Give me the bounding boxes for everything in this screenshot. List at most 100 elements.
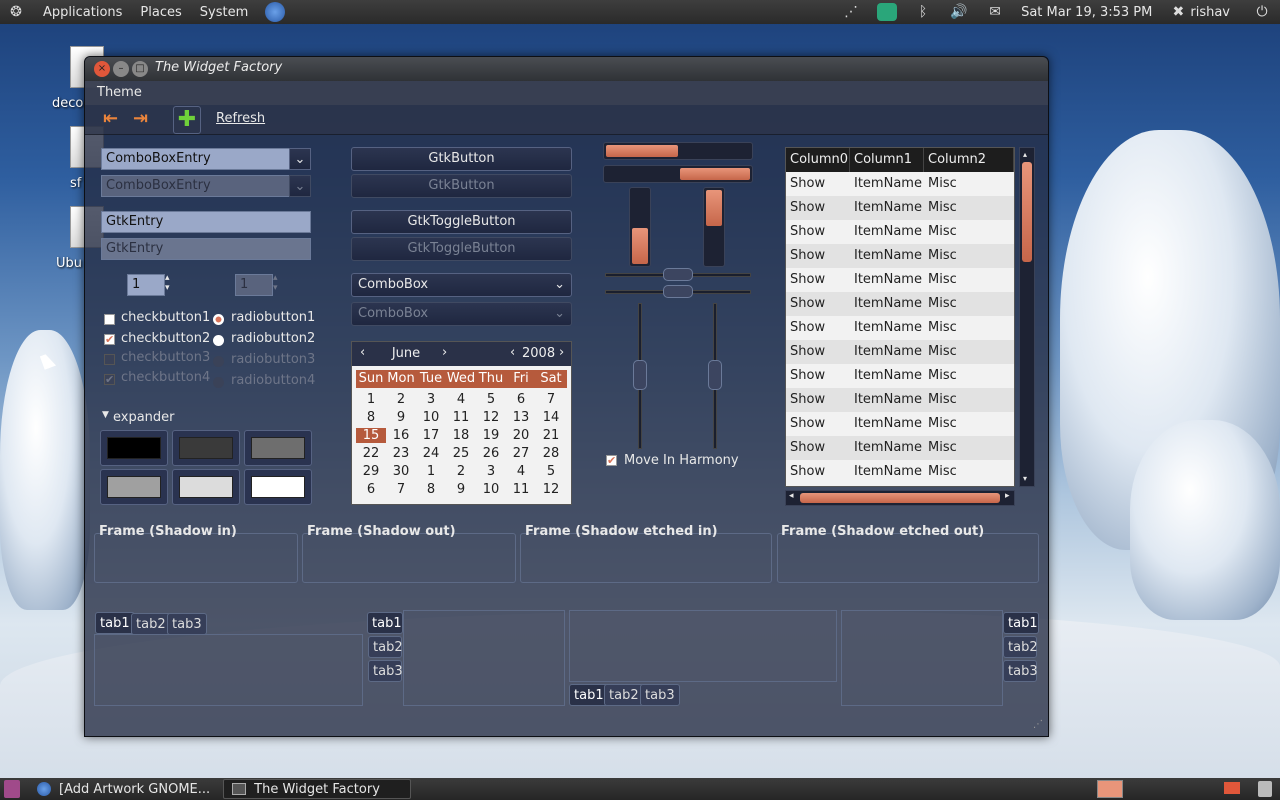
checkbox-2-checked[interactable]: ✔ (104, 334, 115, 345)
trash-icon[interactable] (1258, 781, 1272, 797)
table-row[interactable]: Show ItemName Misc (786, 172, 1014, 196)
color-swatch-white[interactable] (244, 469, 312, 505)
hscale-2-slider[interactable] (663, 285, 693, 298)
maximize-icon[interactable]: □ (132, 61, 148, 77)
gtk-button[interactable]: GtkButton (351, 147, 572, 171)
calendar-day[interactable]: 27 (506, 446, 536, 461)
move-in-harmony-checkbox[interactable]: ✔ (606, 455, 617, 466)
scroll-down-icon[interactable]: ▾ (1023, 474, 1027, 483)
table-row[interactable]: Show ItemName Misc (786, 388, 1014, 412)
bluetooth-icon[interactable]: ᛒ (913, 3, 933, 21)
calendar-day[interactable]: 8 (356, 410, 386, 425)
next-month-icon[interactable]: › (442, 345, 447, 360)
calendar-day[interactable]: 8 (416, 482, 446, 497)
tab-3[interactable]: tab3 (167, 613, 207, 635)
tab-2[interactable]: tab2 (1003, 636, 1038, 658)
combobox-entry[interactable]: ComboBoxEntry (101, 148, 291, 170)
gtk-toggle-button[interactable]: GtkToggleButton (351, 210, 572, 234)
calendar-day[interactable]: 7 (536, 392, 566, 407)
calendar-day-selected[interactable]: 15 (356, 428, 386, 443)
table-row[interactable]: Show ItemName Misc (786, 436, 1014, 460)
calendar-day[interactable]: 12 (476, 410, 506, 425)
calendar-day[interactable]: 22 (356, 446, 386, 461)
tree-view[interactable]: Column0 Column1 Column2 Show ItemName Misc… (785, 147, 1015, 487)
expander-arrow-icon[interactable]: ▼ (102, 410, 109, 420)
resize-grip-icon[interactable]: ⋰ (1033, 719, 1043, 730)
menu-theme[interactable]: Theme (97, 85, 142, 100)
calendar-day[interactable]: 20 (506, 428, 536, 443)
scroll-left-icon[interactable]: ◂ (789, 491, 794, 501)
taskbar-item-active[interactable]: The Widget Factory (223, 779, 412, 799)
column-header[interactable]: Column1 (850, 148, 924, 172)
clock[interactable]: Sat Mar 19, 3:53 PM (1021, 5, 1152, 20)
column-header[interactable]: Column0 (786, 148, 850, 172)
calendar-day[interactable]: 5 (536, 464, 566, 479)
menu-system[interactable]: System (191, 5, 257, 20)
calendar-day[interactable]: 29 (356, 464, 386, 479)
expander-label[interactable]: expander (113, 410, 175, 425)
refresh-button[interactable]: Refresh (216, 111, 265, 126)
tab-3[interactable]: tab3 (1003, 660, 1038, 682)
table-row[interactable]: Show ItemName Misc (786, 292, 1014, 316)
calendar-day[interactable]: 23 (386, 446, 416, 461)
tab-3[interactable]: tab3 (368, 660, 403, 682)
calendar-day[interactable]: 13 (506, 410, 536, 425)
close-icon[interactable]: × (94, 61, 110, 77)
scroll-up-icon[interactable]: ▴ (1023, 150, 1027, 159)
vscale-1-slider[interactable] (633, 360, 647, 390)
next-year-icon[interactable]: › (559, 345, 564, 360)
table-row[interactable]: Show ItemName Misc (786, 316, 1014, 340)
calendar-day[interactable]: 4 (446, 392, 476, 407)
color-swatch-black[interactable] (100, 430, 168, 466)
calendar-day[interactable]: 11 (506, 482, 536, 497)
gtk-entry[interactable]: GtkEntry (101, 211, 311, 233)
title-bar[interactable]: × – □ The Widget Factory (85, 57, 1048, 81)
chevron-down-icon[interactable]: ⌄ (289, 148, 311, 170)
calendar-day[interactable]: 19 (476, 428, 506, 443)
radio-1-selected[interactable] (213, 314, 224, 325)
combobox[interactable]: ComboBox ⌄ (351, 273, 572, 297)
calendar-day[interactable]: 1 (356, 392, 386, 407)
table-row[interactable]: Show ItemName Misc (786, 364, 1014, 388)
calendar-day[interactable]: 25 (446, 446, 476, 461)
radio-2[interactable] (213, 335, 224, 346)
calendar-day[interactable]: 11 (446, 410, 476, 425)
user-name[interactable]: rishav (1190, 5, 1230, 20)
workspace-1[interactable] (1097, 780, 1123, 798)
tab-1[interactable]: tab1 (1003, 612, 1039, 634)
calendar-day[interactable]: 9 (386, 410, 416, 425)
calendar-day[interactable]: 1 (416, 464, 446, 479)
vscale-2-slider[interactable] (708, 360, 722, 390)
menu-applications[interactable]: Applications (34, 5, 131, 20)
calendar-day[interactable]: 28 (536, 446, 566, 461)
calendar-day[interactable]: 30 (386, 464, 416, 479)
calendar-day[interactable]: 14 (536, 410, 566, 425)
calendar-day[interactable]: 12 (536, 482, 566, 497)
workspace-indicator[interactable] (1224, 782, 1240, 794)
horizontal-scrollbar[interactable]: ◂ ▸ (785, 490, 1015, 506)
go-first-icon[interactable]: ⇤ (103, 108, 118, 129)
calendar-day[interactable]: 10 (416, 410, 446, 425)
scrollbar-thumb[interactable] (1022, 162, 1032, 262)
column-header[interactable]: Column2 (924, 148, 1014, 172)
table-row[interactable]: Show ItemName Misc (786, 196, 1014, 220)
calendar-day[interactable]: 3 (416, 392, 446, 407)
tab-1[interactable]: tab1 (569, 684, 609, 706)
wifi-icon[interactable]: ⋰ (841, 3, 861, 21)
calendar-day[interactable]: 4 (506, 464, 536, 479)
spin-button[interactable]: 1 (127, 274, 165, 296)
vertical-scrollbar[interactable]: ▴ ▾ (1019, 147, 1035, 487)
calendar-day[interactable]: 9 (446, 482, 476, 497)
scroll-right-icon[interactable]: ▸ (1005, 491, 1010, 501)
mail-icon[interactable]: ✉ (985, 3, 1005, 21)
tab-1[interactable]: tab1 (367, 612, 403, 634)
power-icon[interactable]: ⏻ (1252, 3, 1272, 21)
checkbox-1[interactable] (104, 314, 115, 325)
prev-month-icon[interactable]: ‹ (360, 345, 365, 360)
taskbar-item[interactable]: [Add Artwork GNOME... (28, 779, 219, 799)
table-row[interactable]: Show ItemName Misc (786, 244, 1014, 268)
tab-2[interactable]: tab2 (604, 684, 644, 706)
calendar-day[interactable]: 21 (536, 428, 566, 443)
table-row[interactable]: Show ItemName Misc (786, 220, 1014, 244)
calendar-day[interactable]: 5 (476, 392, 506, 407)
